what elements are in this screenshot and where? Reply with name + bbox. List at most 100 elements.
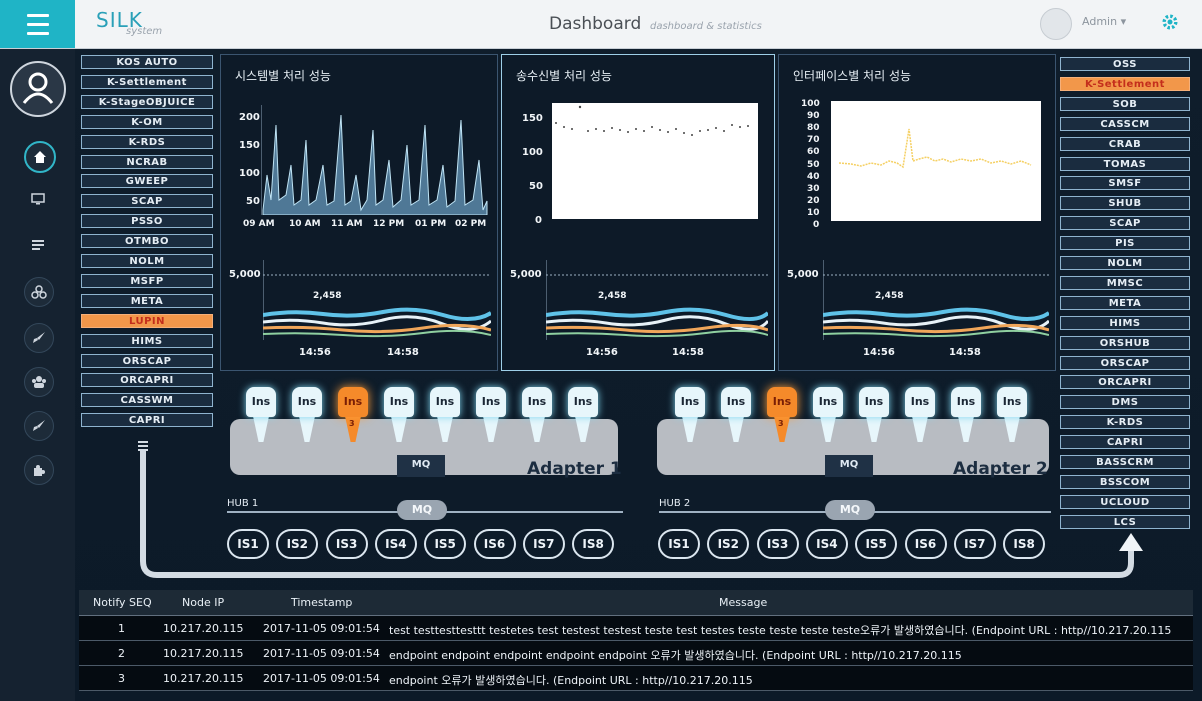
nav-users[interactable] — [24, 367, 54, 397]
instance-node[interactable]: Ins — [384, 387, 414, 447]
lower-y-tick: 5,000 — [510, 269, 542, 280]
system-button[interactable]: CAPRI — [81, 413, 213, 428]
table-row[interactable]: 2 10.217.20.115 2017-11-05 09:01:54 endp… — [79, 641, 1193, 666]
system-button[interactable]: SHUB — [1060, 196, 1190, 211]
system-button[interactable]: SCAP — [1060, 216, 1190, 231]
system-button[interactable]: K-Settlement — [81, 74, 213, 89]
system-button[interactable]: K-OM — [81, 114, 213, 129]
user-menu[interactable]: Admin ▾ — [1082, 15, 1126, 28]
nav-monitor[interactable] — [24, 185, 52, 213]
instance-label: Ins — [910, 395, 930, 408]
system-button[interactable]: ORCAPRI — [1060, 375, 1190, 390]
user-icon — [22, 72, 54, 104]
instance-node[interactable]: Ins — [430, 387, 460, 447]
instance-node[interactable]: Ins — [951, 387, 981, 447]
hamburger-icon — [26, 11, 49, 38]
avatar[interactable] — [1040, 8, 1072, 40]
y-tick: 200 — [239, 112, 260, 123]
users-icon — [32, 376, 46, 388]
system-button[interactable]: CASSCM — [1060, 116, 1190, 131]
system-button[interactable]: NCRAB — [81, 154, 213, 169]
instance-node[interactable]: Ins — [292, 387, 322, 447]
system-button[interactable]: PIS — [1060, 236, 1190, 251]
system-button[interactable]: META — [81, 293, 213, 308]
y-tick: 150 — [239, 140, 260, 151]
instance-label: Ins — [1002, 395, 1022, 408]
system-button[interactable]: MSFP — [81, 273, 213, 288]
hamburger-menu-button[interactable] — [0, 0, 75, 48]
logo[interactable]: SILK system — [96, 8, 162, 37]
instance-node[interactable]: Ins — [905, 387, 935, 447]
col-node-ip[interactable]: Node IP — [182, 596, 224, 609]
system-button[interactable]: CASSWM — [81, 393, 213, 408]
system-button[interactable]: SCAP — [81, 194, 213, 209]
system-button[interactable]: ORSCAP — [1060, 355, 1190, 370]
instance-node[interactable]: Ins 3 — [338, 387, 368, 447]
instance-label: Ins — [726, 395, 746, 408]
nav-plugins[interactable] — [24, 455, 54, 485]
user-avatar[interactable] — [10, 61, 66, 117]
system-button[interactable]: ORSCAP — [81, 353, 213, 368]
instance-node[interactable]: Ins — [246, 387, 276, 447]
system-button[interactable]: ORSHUB — [1060, 335, 1190, 350]
system-button[interactable]: META — [1060, 295, 1190, 310]
instance-label: Ins — [573, 395, 593, 408]
system-button[interactable]: OTMBO — [81, 234, 213, 249]
system-button[interactable]: ORCAPRI — [81, 373, 213, 388]
col-timestamp[interactable]: Timestamp — [291, 596, 352, 609]
system-button[interactable]: K-Settlement — [1060, 76, 1190, 91]
y-tick: 70 — [807, 135, 820, 146]
instance-node[interactable]: Ins — [997, 387, 1027, 447]
instance-node[interactable]: Ins — [522, 387, 552, 447]
nav-network[interactable] — [24, 277, 54, 307]
system-button[interactable]: K-RDS — [1060, 415, 1190, 430]
instance-node[interactable]: Ins — [476, 387, 506, 447]
instance-tail — [575, 416, 591, 442]
instance-tail — [820, 416, 836, 442]
instance-node[interactable]: Ins — [859, 387, 889, 447]
flow-arrow — [138, 441, 1143, 578]
system-button[interactable]: SMSF — [1060, 176, 1190, 191]
system-button[interactable]: DMS — [1060, 395, 1190, 410]
system-upper-chart — [261, 105, 488, 215]
instance-tail — [958, 416, 974, 442]
col-message[interactable]: Message — [719, 596, 767, 609]
network-icon — [31, 285, 47, 299]
nav-home[interactable] — [24, 141, 56, 173]
left-nav — [0, 49, 75, 701]
instance-node[interactable]: Ins — [568, 387, 598, 447]
table-header: Notify SEQ Node IP Timestamp Message — [79, 590, 1193, 616]
system-button[interactable]: HIMS — [1060, 315, 1190, 330]
nav-launch[interactable] — [24, 411, 54, 441]
nav-deploy[interactable] — [24, 323, 54, 353]
instance-node[interactable]: Ins 3 — [767, 387, 797, 447]
y-tick: 50 — [807, 159, 820, 170]
instance-node[interactable]: Ins — [721, 387, 751, 447]
system-button[interactable]: NOLM — [81, 254, 213, 268]
system-button[interactable]: LUPIN — [81, 313, 213, 328]
instance-tail — [391, 416, 407, 442]
system-button[interactable]: MMSC — [1060, 275, 1190, 290]
system-button[interactable]: PSSO — [81, 214, 213, 229]
system-button[interactable]: CRAB — [1060, 136, 1190, 151]
table-row[interactable]: 3 10.217.20.115 2017-11-05 09:01:54 endp… — [79, 666, 1193, 691]
system-button[interactable]: TOMAS — [1060, 156, 1190, 171]
instance-tail — [483, 416, 499, 442]
system-button[interactable]: NOLM — [1060, 256, 1190, 270]
system-button[interactable]: SOB — [1060, 96, 1190, 111]
gear-icon[interactable] — [1160, 12, 1180, 32]
system-button[interactable]: GWEEP — [81, 174, 213, 189]
instance-node[interactable]: Ins — [675, 387, 705, 447]
instance-node[interactable]: Ins — [813, 387, 843, 447]
nav-list[interactable] — [24, 231, 52, 259]
system-button[interactable]: HIMS — [81, 333, 213, 348]
col-notify-seq[interactable]: Notify SEQ — [93, 596, 152, 609]
system-button[interactable]: OSS — [1060, 57, 1190, 71]
system-button[interactable]: K-StageOBJUICE — [81, 94, 213, 109]
y-tick: 150 — [522, 113, 543, 124]
table-row[interactable]: 1 10.217.20.115 2017-11-05 09:01:54 test… — [79, 616, 1193, 641]
system-button[interactable]: KOS AUTO — [81, 55, 213, 69]
system-button[interactable]: K-RDS — [81, 134, 213, 149]
x-tick: 14:58 — [949, 347, 981, 358]
x-tick: 14:56 — [299, 347, 331, 358]
